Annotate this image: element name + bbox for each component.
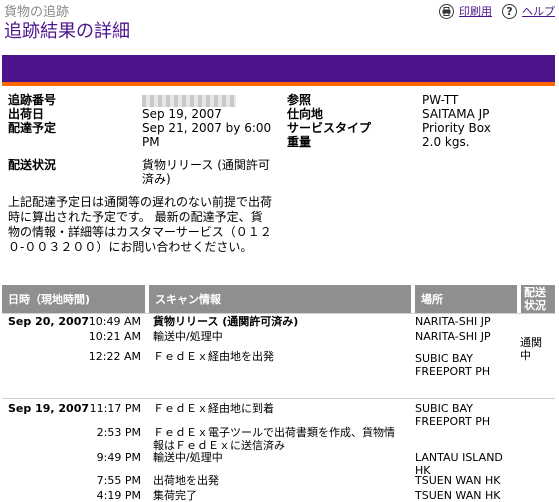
tracking-number bbox=[142, 93, 236, 107]
col-datetime-header: 日時（現地時間) bbox=[2, 285, 145, 313]
question-icon: ? bbox=[502, 3, 517, 19]
print-button[interactable]: 印刷用 bbox=[439, 3, 492, 19]
event-scan: 貨物リリース (通関許可済み) bbox=[153, 315, 299, 328]
dest-value: SAITAMA JP bbox=[422, 107, 490, 121]
col-location-header: 場所 bbox=[415, 285, 517, 313]
event-scan: 集荷完了 bbox=[153, 489, 197, 502]
help-link[interactable]: ヘルプ bbox=[522, 3, 555, 19]
event-location: TSUEN WAN HK bbox=[415, 489, 501, 502]
note-line: 時に算出された予定です。 最新の配達予定、貨 bbox=[8, 210, 263, 224]
printer-icon bbox=[439, 3, 454, 19]
event-scan: ＦｅｄＥｘ電子ツールで出荷書類を作成、貨物情 報はＦｅｄＥｘに送信済み bbox=[153, 426, 395, 452]
ship-date-label: 出荷日 bbox=[8, 107, 45, 121]
col-scan-header: スキャン情報 bbox=[149, 285, 411, 313]
ref-value: PW-TT bbox=[422, 93, 459, 107]
note-line: 物の情報・詳細等はカスタマーサービス（０１２ bbox=[8, 225, 272, 239]
page-title: 追跡結果の詳細 bbox=[4, 21, 130, 42]
delivery-label: 配達予定 bbox=[8, 121, 57, 135]
event-time: 9:49 PM bbox=[96, 451, 141, 464]
event-status: 通関中 bbox=[520, 336, 542, 362]
status-value-2: 済み) bbox=[142, 172, 171, 186]
service-value: Priority Box bbox=[422, 121, 491, 135]
weight-label: 重量 bbox=[287, 135, 312, 149]
scan-events-table: 日時（現地時間) スキャン情報 場所 配送 状況 Sep 20, 2007 10:… bbox=[2, 285, 555, 502]
redacted-value bbox=[142, 94, 236, 107]
event-location: NARITA-SHI JP bbox=[415, 330, 491, 343]
service-label: サービスタイプ bbox=[287, 121, 372, 135]
event-location: TSUEN WAN HK bbox=[415, 474, 501, 487]
note-line: ０-００３２００）にお問い合わせください。 bbox=[8, 240, 253, 254]
dest-label: 仕向地 bbox=[287, 107, 324, 121]
event-time: 7:55 PM bbox=[96, 474, 141, 487]
event-time: 2:53 PM bbox=[96, 426, 141, 439]
help-button[interactable]: ? ヘルプ bbox=[502, 3, 555, 19]
status-label: 配送状況 bbox=[8, 158, 57, 172]
print-link[interactable]: 印刷用 bbox=[459, 3, 492, 19]
brand-bar bbox=[2, 55, 555, 86]
table-body: Sep 20, 2007 10:49 AM 貨物リリース (通関許可済み) NA… bbox=[2, 313, 555, 502]
delivery-value-2: PM bbox=[142, 135, 160, 149]
col-status-header-1: 配送 bbox=[524, 286, 546, 299]
event-time: 10:21 AM bbox=[88, 330, 141, 343]
ship-date-value: Sep 19, 2007 bbox=[142, 107, 222, 121]
tracking-label: 追跡番号 bbox=[8, 93, 57, 107]
event-location: NARITA-SHI JP bbox=[415, 315, 491, 328]
event-scan: ＦｅｄＥｘ経由地に到着 bbox=[153, 402, 274, 415]
event-scan: 輸送中/処理中 bbox=[153, 451, 223, 464]
table-header: 日時（現地時間) スキャン情報 場所 配送 状況 bbox=[2, 285, 555, 313]
event-scan: 出荷地を出発 bbox=[153, 474, 219, 487]
event-scan: ＦｅｄＥｘ経由地を出発 bbox=[153, 350, 274, 363]
status-value-1: 貨物リリース (通関許可 bbox=[142, 158, 270, 172]
event-time: 10:49 AM bbox=[88, 315, 141, 328]
delivery-value-1: Sep 21, 2007 by 6:00 bbox=[142, 121, 272, 135]
toolbar: 印刷用 ? ヘルプ bbox=[439, 3, 555, 19]
event-time: 11:17 PM bbox=[89, 402, 141, 415]
col-status-header-2: 状況 bbox=[524, 299, 546, 312]
event-scan: 輸送中/処理中 bbox=[153, 330, 223, 343]
delivery-note: 上記配達予定日は通関等の遅れのない前提で出荷 時に算出された予定です。 最新の配… bbox=[8, 195, 278, 255]
weight-value: 2.0 kgs. bbox=[422, 135, 470, 149]
ref-label: 参照 bbox=[287, 93, 312, 107]
note-line: 上記配達予定日は通関等の遅れのない前提で出荷 bbox=[8, 195, 273, 209]
col-status-header: 配送 状況 bbox=[521, 285, 555, 313]
event-time: 4:19 PM bbox=[96, 489, 141, 502]
event-location: SUBIC BAY FREEPORT PH bbox=[415, 352, 491, 378]
event-location: SUBIC BAY FREEPORT PH bbox=[415, 402, 491, 428]
event-time: 12:22 AM bbox=[88, 350, 141, 363]
